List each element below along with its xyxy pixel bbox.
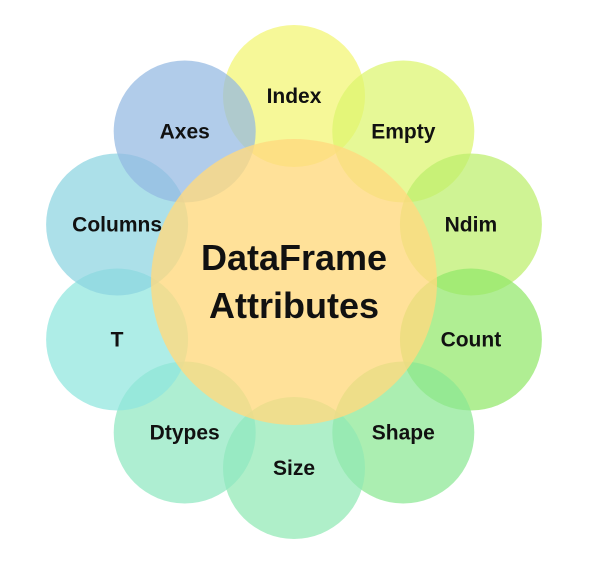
attribute-label-count: Count xyxy=(441,329,502,352)
attribute-label-size: Size xyxy=(273,457,315,480)
attribute-label-t: T xyxy=(111,329,124,352)
attribute-label-shape: Shape xyxy=(372,422,435,445)
attribute-label-axes: Axes xyxy=(160,121,210,144)
center-title-line-2: Attributes xyxy=(209,285,379,326)
attribute-label-index: Index xyxy=(267,85,322,108)
center-node: DataFrame Attributes xyxy=(151,139,437,425)
attribute-label-ndim: Ndim xyxy=(445,214,498,237)
attribute-label-empty: Empty xyxy=(371,121,436,144)
attribute-label-dtypes: Dtypes xyxy=(150,422,220,445)
center-title-line-1: DataFrame xyxy=(201,237,387,278)
attribute-label-columns: Columns xyxy=(72,214,162,237)
dataframe-attributes-diagram: DataFrame Attributes Index Empty Ndim Count… xyxy=(46,25,542,539)
center-circle xyxy=(151,139,437,425)
